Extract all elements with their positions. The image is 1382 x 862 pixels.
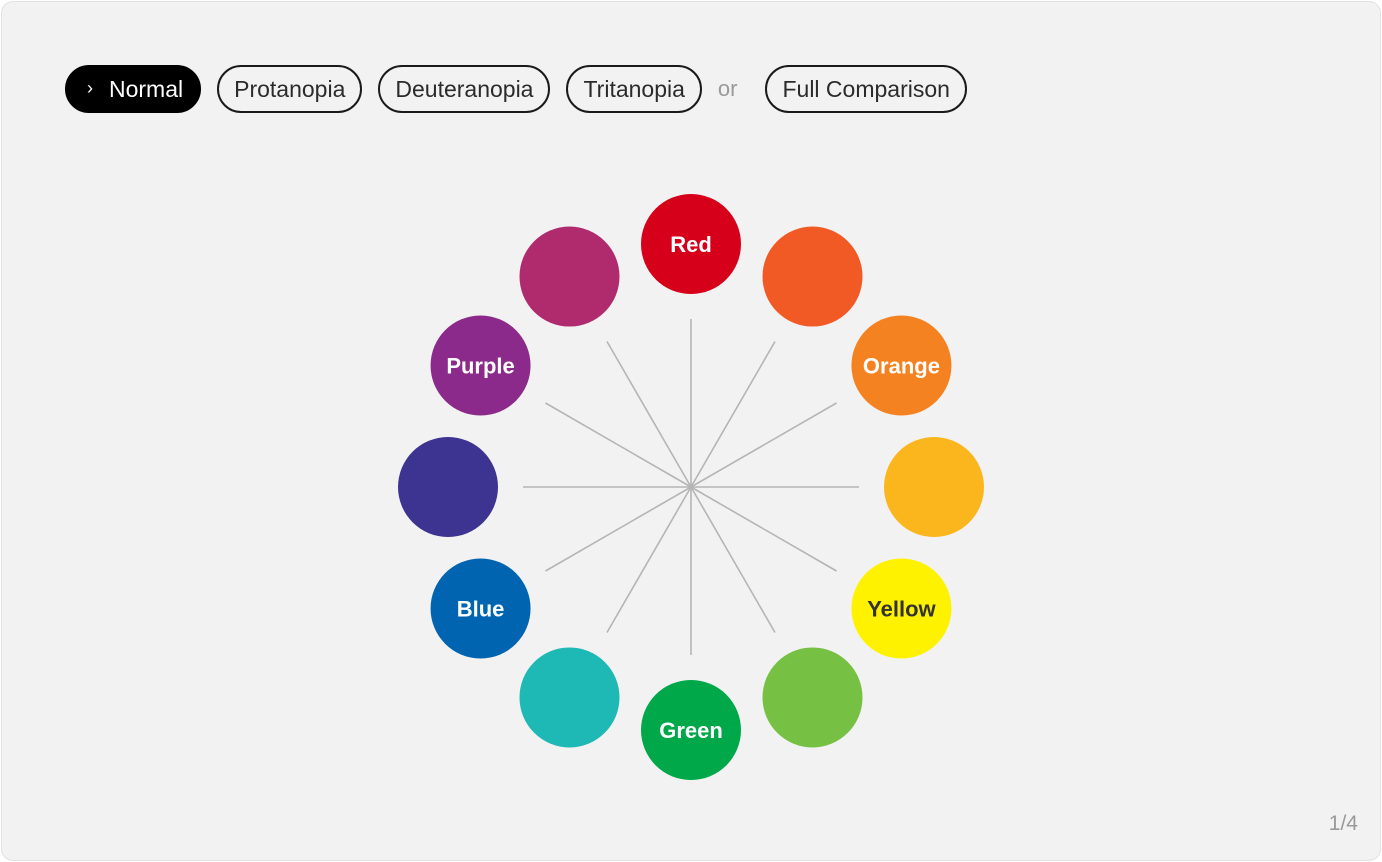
swatch-label: Blue — [457, 597, 505, 622]
wheel-spoke — [545, 402, 692, 488]
swatch-label: Red — [670, 232, 712, 257]
swatch-label: Green — [659, 718, 723, 743]
wheel-spoke — [690, 402, 837, 488]
color-swatch — [519, 226, 620, 327]
swatch-label: Purple — [446, 354, 514, 379]
page-counter: 1/4 — [1328, 812, 1358, 835]
slide-frame: › Normal Protanopia Deuteranopia Tritano… — [1, 1, 1381, 861]
wheel-spokes — [523, 319, 859, 655]
color-swatch — [762, 226, 863, 327]
color-wheel: Red Orange Yellow Green Blue Purple — [398, 194, 984, 780]
wheel-spoke — [606, 486, 692, 633]
wheel-spoke — [690, 486, 837, 572]
wheel-spoke — [690, 486, 776, 633]
color-swatch — [762, 647, 863, 748]
swatch-label: Yellow — [867, 597, 936, 622]
wheel-spoke — [606, 341, 692, 488]
wheel-spoke — [545, 486, 692, 572]
color-swatch — [519, 647, 620, 748]
swatch-label: Orange — [863, 354, 940, 379]
color-swatch — [398, 437, 498, 537]
color-swatch — [884, 437, 984, 537]
wheel-spoke — [690, 341, 776, 488]
